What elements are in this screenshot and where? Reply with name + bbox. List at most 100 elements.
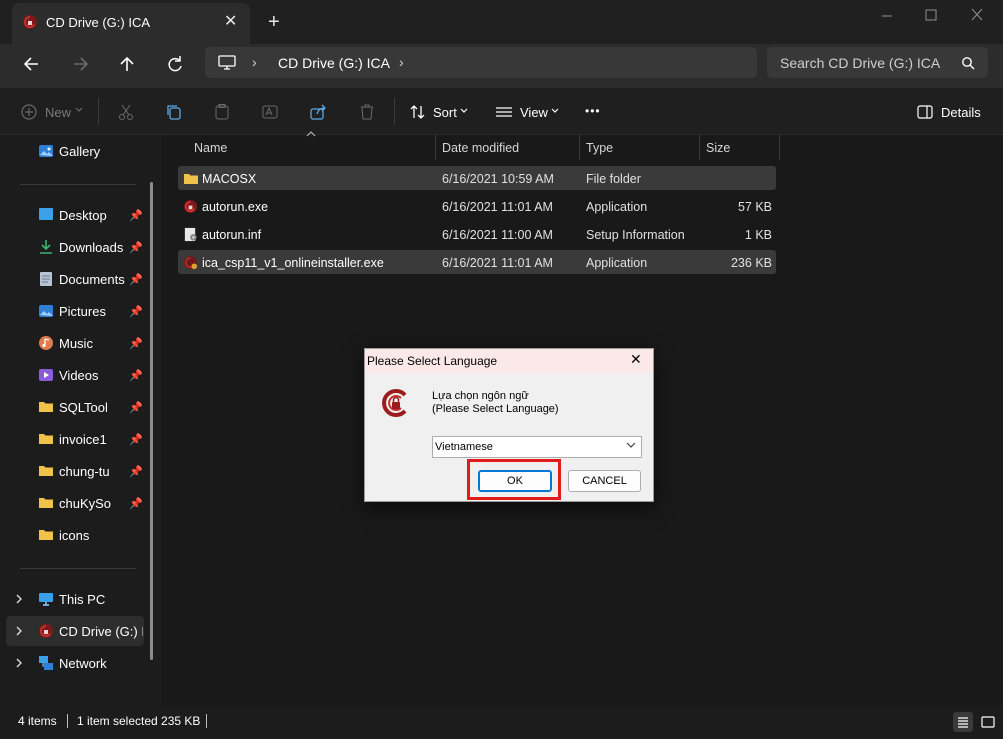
new-plus-icon[interactable]	[21, 104, 37, 120]
pin-icon: 📌	[129, 306, 143, 318]
nav-chung-tu[interactable]: chung-tu	[59, 464, 110, 479]
chevron-down-icon	[460, 107, 468, 115]
nav-desktop[interactable]: Desktop	[59, 208, 107, 223]
ok-highlight-box	[467, 459, 561, 500]
nav-videos[interactable]: Videos	[59, 368, 99, 383]
nav-divider	[20, 568, 136, 569]
nav-gallery[interactable]: Gallery	[59, 144, 100, 159]
cut-icon[interactable]	[117, 103, 135, 121]
nav-icons[interactable]: icons	[59, 528, 89, 543]
nav-this-pc[interactable]: This PC	[59, 592, 105, 607]
dialog-close-icon[interactable]: ✕	[630, 352, 642, 366]
close-window-button[interactable]	[962, 4, 992, 26]
file-name: autorun.inf	[202, 228, 262, 242]
dialog-title: Please Select Language	[367, 354, 498, 368]
status-divider	[206, 714, 207, 728]
copy-icon[interactable]	[165, 103, 183, 121]
ica-app-icon	[183, 199, 198, 214]
rename-icon[interactable]	[261, 103, 279, 121]
nav-chukyso[interactable]: chuKySo	[59, 496, 111, 511]
pin-icon: 📌	[129, 210, 143, 222]
pin-icon: 📌	[129, 402, 143, 414]
sort-ascending-icon	[306, 131, 316, 137]
paste-icon[interactable]	[213, 103, 231, 121]
nav-sqltool[interactable]: SQLTool	[59, 400, 108, 415]
expand-chevron-icon[interactable]	[14, 657, 24, 669]
tab-title: CD Drive (G:) ICA	[46, 15, 150, 30]
setup-info-icon	[183, 227, 198, 242]
details-button[interactable]: Details	[941, 105, 981, 120]
details-view-button[interactable]	[953, 712, 973, 732]
folder-icon	[38, 464, 54, 477]
column-header-date[interactable]: Date modified	[442, 141, 519, 155]
column-divider[interactable]	[435, 135, 436, 160]
minimize-button[interactable]	[872, 4, 902, 26]
more-options-button[interactable]: •••	[585, 104, 601, 118]
nav-divider	[20, 184, 136, 185]
nav-documents[interactable]: Documents	[59, 272, 125, 287]
expand-chevron-icon[interactable]	[14, 625, 24, 637]
tab-close-icon[interactable]: ✕	[224, 14, 237, 30]
sort-icon	[409, 104, 427, 120]
new-tab-button[interactable]: +	[268, 11, 280, 33]
file-size: 1 KB	[744, 228, 772, 242]
folder-icon	[38, 400, 54, 413]
breadcrumb-chevron-icon[interactable]: ›	[252, 54, 257, 70]
breadcrumb-chevron-icon[interactable]: ›	[399, 54, 404, 70]
chevron-down-icon[interactable]	[626, 440, 636, 450]
pin-icon: 📌	[129, 274, 143, 286]
refresh-button[interactable]	[161, 54, 189, 74]
chevron-down-icon	[551, 107, 559, 115]
desktop-icon	[38, 207, 54, 221]
chevron-down-icon	[75, 106, 83, 114]
gallery-icon	[38, 143, 54, 159]
breadcrumb-cd-drive[interactable]: CD Drive (G:) ICA	[278, 55, 390, 71]
up-button[interactable]	[113, 54, 141, 74]
maximize-button[interactable]	[916, 4, 946, 26]
nav-pictures[interactable]: Pictures	[59, 304, 106, 319]
status-divider	[67, 714, 68, 728]
column-header-name[interactable]: Name	[194, 141, 227, 155]
file-type: Application	[586, 256, 648, 270]
view-icon	[495, 105, 513, 119]
expand-chevron-icon[interactable]	[14, 593, 24, 605]
pin-icon: 📌	[129, 370, 143, 382]
documents-icon	[39, 271, 53, 287]
nav-network[interactable]: Network	[59, 656, 107, 671]
nav-invoice1[interactable]: invoice1	[59, 432, 107, 447]
back-button[interactable]	[18, 54, 46, 74]
nav-scrollbar[interactable]	[150, 182, 153, 660]
selection-info: 1 item selected 235 KB	[77, 714, 201, 728]
folder-icon	[38, 528, 54, 541]
forward-button[interactable]	[66, 54, 94, 74]
column-header-size[interactable]: Size	[706, 141, 730, 155]
nav-cd-drive[interactable]: CD Drive (G:) ICA	[59, 624, 143, 639]
file-type: File folder	[586, 172, 641, 186]
ica-logo-icon	[380, 387, 410, 419]
view-button[interactable]: View	[520, 105, 548, 120]
dialog-message-en: (Please Select Language)	[432, 403, 559, 415]
file-date: 6/16/2021 10:59 AM	[442, 172, 554, 186]
folder-icon	[38, 496, 54, 509]
nav-music[interactable]: Music	[59, 336, 93, 351]
cd-drive-icon	[22, 14, 38, 30]
language-select-value: Vietnamese	[435, 441, 493, 453]
file-name: MACOSX	[202, 172, 257, 186]
pictures-icon	[38, 303, 54, 319]
this-pc-icon	[38, 591, 54, 607]
column-header-type[interactable]: Type	[586, 141, 613, 155]
sort-button[interactable]: Sort	[433, 105, 457, 120]
file-size: 57 KB	[737, 200, 772, 214]
tiles-view-button[interactable]	[978, 712, 998, 732]
cancel-button-label: CANCEL	[582, 475, 627, 487]
folder-icon	[183, 172, 199, 185]
column-divider[interactable]	[579, 135, 580, 160]
column-divider[interactable]	[699, 135, 700, 160]
search-icon[interactable]	[961, 56, 975, 70]
delete-icon[interactable]	[358, 103, 376, 121]
column-divider[interactable]	[779, 135, 780, 160]
item-count: 4 items	[18, 714, 57, 728]
share-icon[interactable]	[309, 103, 327, 121]
nav-downloads[interactable]: Downloads	[59, 240, 123, 255]
new-button[interactable]: New	[45, 105, 71, 120]
